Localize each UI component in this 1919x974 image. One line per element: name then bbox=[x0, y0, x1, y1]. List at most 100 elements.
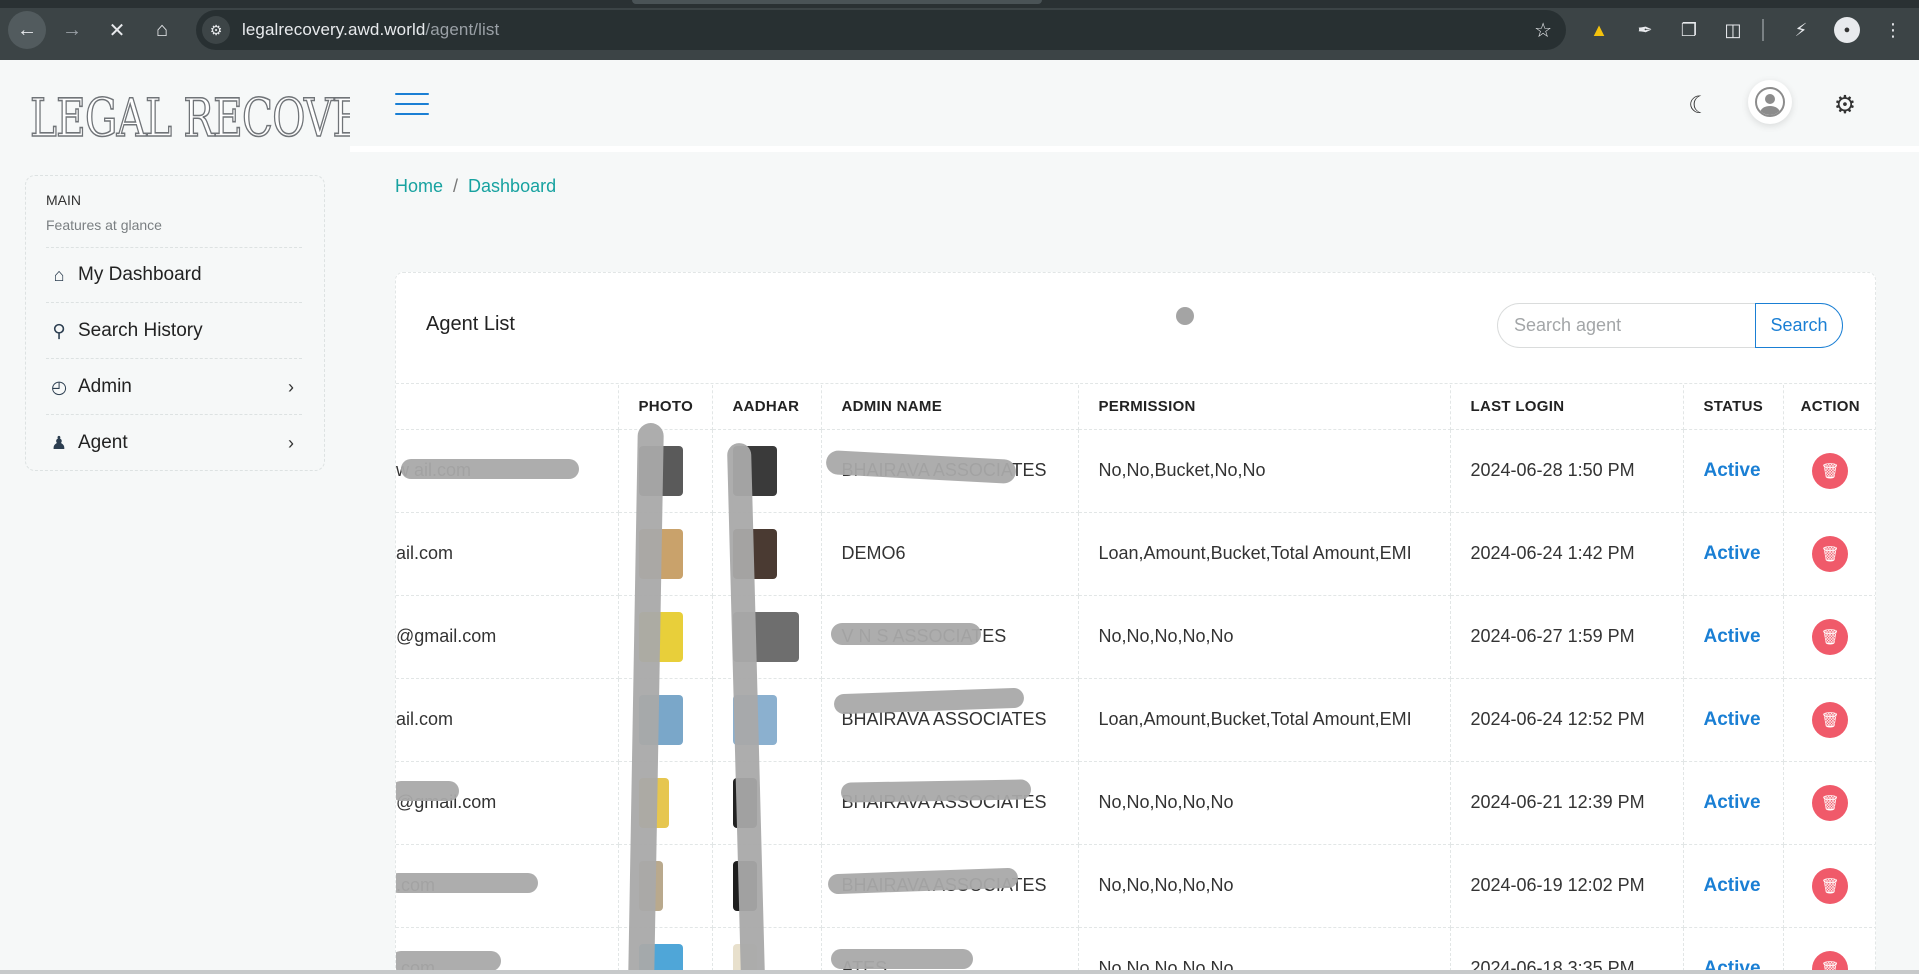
agent-email: @gmail.com bbox=[396, 761, 619, 845]
agent-photo-cell bbox=[618, 512, 713, 596]
agent-last-login: 2024-06-24 1:42 PM bbox=[1450, 512, 1684, 596]
agent-permission: No,No,No,No,No bbox=[1078, 761, 1451, 845]
agent-admin-name: BHAIRAVA ASSOCIATES bbox=[821, 761, 1079, 845]
action-cell: 🗑 bbox=[1783, 927, 1875, 973]
breadcrumb-separator: / bbox=[453, 176, 459, 196]
search-icon: ⚲ bbox=[52, 320, 66, 341]
home-icon: ⌂ bbox=[53, 264, 65, 285]
delete-button[interactable]: 🗑 bbox=[1812, 784, 1849, 821]
agent-aadhar-cell bbox=[712, 761, 822, 845]
table-row: ail.com DEMO6 Loan,Amount,Bucket,Total A… bbox=[396, 512, 1875, 596]
search-button[interactable]: Search bbox=[1755, 303, 1843, 348]
tab-strip bbox=[0, 0, 1919, 8]
agent-last-login: 2024-06-19 12:02 PM bbox=[1450, 844, 1684, 928]
search-agent-input[interactable] bbox=[1497, 303, 1755, 348]
agent-last-login: 2024-06-24 12:52 PM bbox=[1450, 678, 1684, 762]
breadcrumb: Home / Dashboard bbox=[395, 176, 556, 197]
agent-search-form: Search bbox=[1497, 303, 1843, 348]
address-bar[interactable]: ⚙ legalrecovery.awd.world/agent/list ☆ bbox=[196, 10, 1566, 50]
sidebar-item-label: Admin bbox=[78, 376, 132, 397]
toolbar-divider bbox=[1762, 19, 1764, 41]
redaction-mark bbox=[831, 949, 973, 969]
sidebar: MAIN Features at glance ⌂ My Dashboard ⚲… bbox=[25, 175, 325, 471]
trash-icon: 🗑 bbox=[1820, 711, 1840, 729]
trash-icon: 🗑 bbox=[1820, 462, 1840, 480]
breadcrumb-current[interactable]: Dashboard bbox=[468, 176, 556, 197]
active-tab-hint bbox=[632, 0, 1042, 4]
brand-logo[interactable]: LEGAL RECOVERY bbox=[29, 88, 417, 150]
table-row: w ail.com BHAIRAVA ASSOCIATES No,No,Buck… bbox=[396, 429, 1875, 513]
profile-avatar-icon[interactable]: ● bbox=[1834, 17, 1860, 43]
agent-table: PHOTO AADHAR ADMIN NAME PERMISSION LAST … bbox=[396, 385, 1875, 973]
back-arrow-icon[interactable]: ← bbox=[8, 11, 46, 49]
sidebar-item-search-history[interactable]: ⚲ Search History bbox=[46, 304, 302, 358]
dark-mode-moon-icon[interactable]: ☾ bbox=[1684, 90, 1714, 120]
redaction-mark bbox=[396, 781, 459, 801]
user-avatar-icon bbox=[1755, 87, 1785, 117]
agent-email: ail.com bbox=[396, 512, 619, 596]
agent-aadhar-cell bbox=[712, 595, 822, 679]
url-path: /agent/list bbox=[425, 20, 500, 39]
column-header-aadhar: AADHAR bbox=[712, 385, 822, 430]
url-text[interactable]: legalrecovery.awd.world/agent/list bbox=[242, 20, 499, 40]
kebab-menu-icon[interactable]: ⋮ bbox=[1880, 17, 1906, 43]
bookmark-star-icon[interactable]: ☆ bbox=[1534, 18, 1552, 43]
delete-button[interactable]: 🗑 bbox=[1812, 618, 1849, 655]
table-row: .com BHAIRAVA ASSOCIATES No,No,No,No,No … bbox=[396, 844, 1875, 928]
agent-permission: No,No,No,No,No bbox=[1078, 595, 1451, 679]
status-badge[interactable]: Active bbox=[1683, 678, 1784, 762]
eyedropper-icon[interactable]: ✒ bbox=[1632, 17, 1658, 43]
agent-admin-name: DEMO6 bbox=[821, 512, 1079, 596]
action-cell: 🗑 bbox=[1783, 761, 1875, 845]
delete-button[interactable]: 🗑 bbox=[1812, 867, 1849, 904]
table-top-border bbox=[396, 383, 1875, 384]
home-icon[interactable]: ⌂ bbox=[143, 11, 181, 49]
action-cell: 🗑 bbox=[1783, 844, 1875, 928]
status-badge[interactable]: Active bbox=[1683, 927, 1784, 973]
user-avatar-button[interactable] bbox=[1748, 80, 1792, 124]
loading-indicator bbox=[1176, 307, 1194, 325]
action-cell: 🗑 bbox=[1783, 429, 1875, 513]
stop-loading-icon[interactable]: ✕ bbox=[98, 11, 136, 49]
gear-icon[interactable]: ⚙ bbox=[1830, 90, 1860, 120]
status-badge[interactable]: Active bbox=[1683, 512, 1784, 596]
sidebar-item-admin[interactable]: ◴ Admin › bbox=[46, 360, 302, 414]
forward-arrow-icon[interactable]: → bbox=[53, 11, 91, 49]
site-settings-icon[interactable]: ⚙ bbox=[202, 16, 230, 44]
action-cell: 🗑 bbox=[1783, 512, 1875, 596]
table-row: @gmail.com BHAIRAVA ASSOCIATES No,No,No,… bbox=[396, 761, 1875, 845]
table-row: .com ATES No,No,No,No,No 2024-06-18 3:35… bbox=[396, 927, 1875, 973]
status-badge[interactable]: Active bbox=[1683, 429, 1784, 513]
chevron-right-icon: › bbox=[288, 433, 294, 453]
delete-button[interactable]: 🗑 bbox=[1812, 452, 1849, 489]
agent-last-login: 2024-06-21 12:39 PM bbox=[1450, 761, 1684, 845]
breadcrumb-home[interactable]: Home bbox=[395, 176, 443, 197]
copy-extension-icon[interactable]: ❐ bbox=[1676, 17, 1702, 43]
status-badge[interactable]: Active bbox=[1683, 595, 1784, 679]
agent-aadhar-cell bbox=[712, 927, 822, 973]
agent-photo-cell bbox=[618, 429, 713, 513]
app-header: ☾ ⚙ bbox=[350, 60, 1919, 152]
sidebar-item-my-dashboard[interactable]: ⌂ My Dashboard bbox=[46, 248, 302, 302]
hamburger-menu-icon[interactable] bbox=[395, 93, 429, 117]
extensions-puzzle-icon[interactable]: ◫ bbox=[1720, 17, 1746, 43]
performance-icon[interactable]: ⚡ bbox=[1788, 17, 1814, 43]
agent-email: ail.com bbox=[396, 678, 619, 762]
agent-permission: No,No,Bucket,No,No bbox=[1078, 429, 1451, 513]
sidebar-item-agent[interactable]: ♟ Agent › bbox=[46, 416, 302, 470]
action-cell: 🗑 bbox=[1783, 678, 1875, 762]
trash-icon: 🗑 bbox=[1820, 794, 1840, 812]
column-header-last-login: LAST LOGIN bbox=[1450, 385, 1684, 430]
agent-list-card: Agent List Search PHOTO AADHAR ADMIN NAM… bbox=[395, 272, 1876, 974]
delete-button[interactable]: 🗑 bbox=[1812, 535, 1849, 572]
status-badge[interactable]: Active bbox=[1683, 844, 1784, 928]
status-badge[interactable]: Active bbox=[1683, 761, 1784, 845]
trash-icon: 🗑 bbox=[1820, 545, 1840, 563]
trash-icon: 🗑 bbox=[1820, 877, 1840, 895]
horizontal-scrollbar[interactable] bbox=[0, 970, 1919, 974]
browser-toolbar: ← → ✕ ⌂ ⚙ legalrecovery.awd.world/agent/… bbox=[0, 0, 1919, 60]
column-header-email bbox=[396, 385, 619, 430]
delete-button[interactable]: 🗑 bbox=[1812, 701, 1849, 738]
redaction-mark bbox=[396, 873, 538, 893]
extension-icon[interactable]: ▲ bbox=[1586, 17, 1612, 43]
